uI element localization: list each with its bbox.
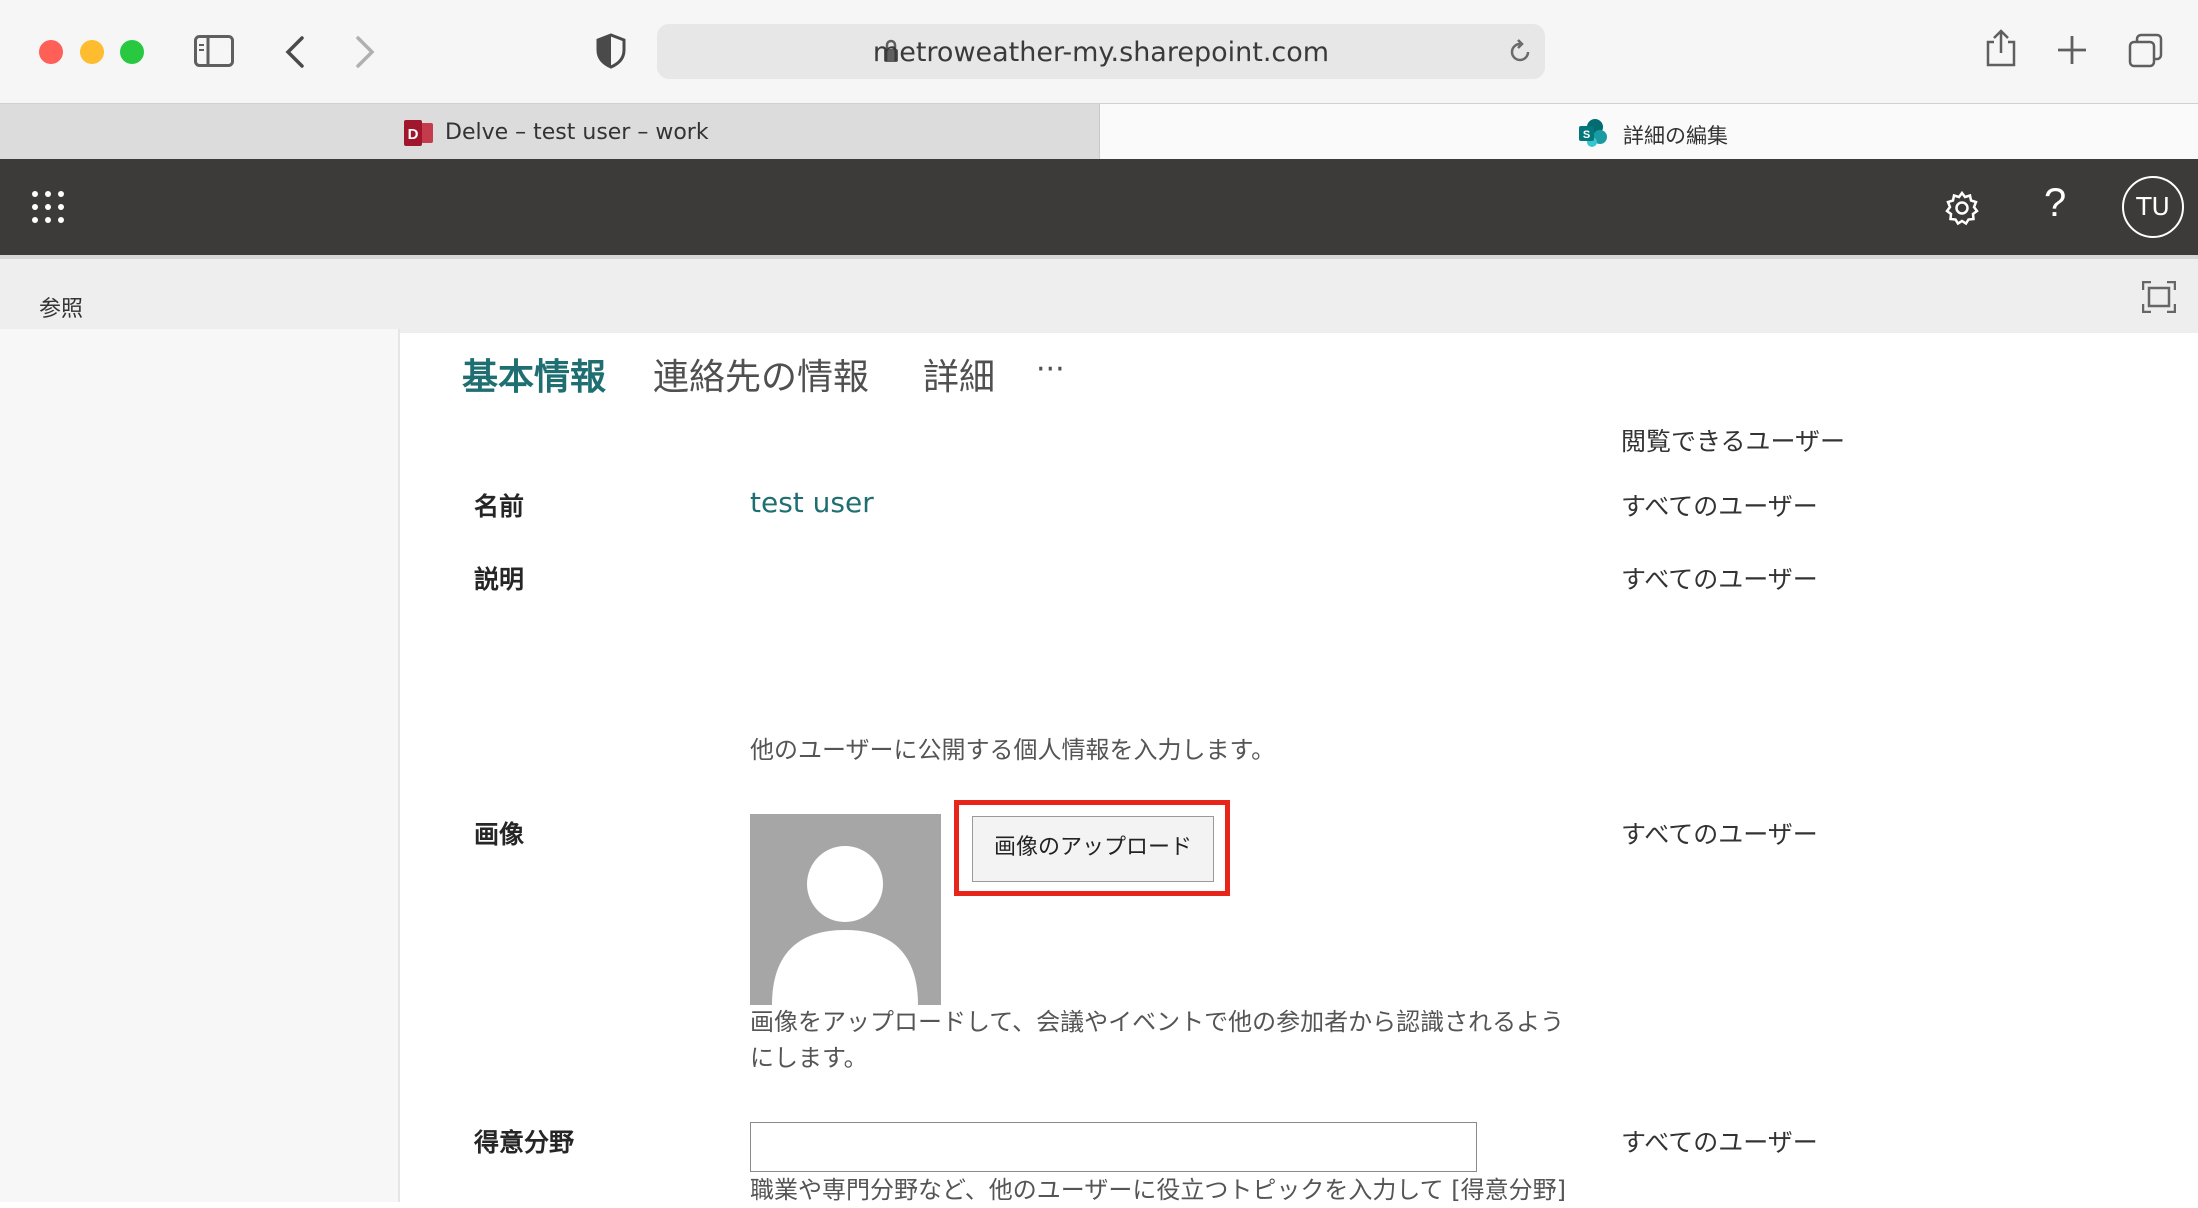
content-divider xyxy=(398,329,400,1202)
person-silhouette-icon xyxy=(772,846,918,1005)
picture-label: 画像 xyxy=(474,820,525,849)
expertise-label: 得意分野 xyxy=(474,1128,575,1157)
ribbon-tab-browse[interactable]: 参照 xyxy=(39,291,83,323)
tab-overview-icon[interactable] xyxy=(2128,33,2164,69)
tab-delve[interactable]: D Delve – test user – work xyxy=(0,104,1100,160)
profile-placeholder-image xyxy=(750,814,941,1005)
tab-label: Delve – test user – work xyxy=(445,120,709,145)
tab-label: 詳細の編集 xyxy=(1623,124,1728,148)
svg-text:S: S xyxy=(1583,129,1590,141)
tab-details[interactable]: 詳細 xyxy=(923,348,995,400)
name-visibility: すべてのユーザー xyxy=(1621,492,1818,521)
delve-icon: D xyxy=(404,120,433,146)
tab-edit-details[interactable]: S 詳細の編集 xyxy=(1100,104,2198,160)
ribbon: 参照 xyxy=(0,255,2198,333)
browser-toolbar: metroweather-my.sharepoint.com xyxy=(0,0,2198,103)
focus-mode-icon[interactable] xyxy=(2142,281,2176,313)
tab-contact-info[interactable]: 連絡先の情報 xyxy=(653,348,869,400)
suite-header: ? xyxy=(0,159,2198,255)
visibility-column-header: 閲覧できるユーザー xyxy=(1621,427,1846,456)
close-window-button[interactable] xyxy=(39,40,63,64)
expertise-visibility: すべてのユーザー xyxy=(1621,1128,1818,1157)
sharepoint-icon: S xyxy=(1579,119,1607,147)
description-label: 説明 xyxy=(474,565,525,594)
settings-gear-icon[interactable] xyxy=(1944,190,1980,226)
description-visibility: すべてのユーザー xyxy=(1621,565,1818,594)
svg-text:D: D xyxy=(408,126,419,143)
help-icon[interactable]: ? xyxy=(2044,181,2066,226)
tab-bar: D Delve – test user – work S 詳細の編集 xyxy=(0,103,2198,161)
back-icon[interactable] xyxy=(284,35,306,69)
maximize-window-button[interactable] xyxy=(120,40,144,64)
minimize-window-button[interactable] xyxy=(80,40,104,64)
privacy-shield-icon[interactable] xyxy=(596,33,626,69)
reload-icon[interactable] xyxy=(1507,39,1533,65)
left-navigation xyxy=(0,329,398,1202)
expertise-help-text: 職業や専門分野など、他のユーザーに役立つトピックを入力して [得意分野] xyxy=(750,1176,1566,1204)
url-text: metroweather-my.sharepoint.com xyxy=(872,37,1330,68)
name-label: 名前 xyxy=(474,492,525,521)
upload-picture-button[interactable]: 画像のアップロード xyxy=(972,816,1214,882)
tab-basic-info[interactable]: 基本情報 xyxy=(462,348,606,400)
app-launcher-icon[interactable] xyxy=(31,190,65,224)
address-bar[interactable]: metroweather-my.sharepoint.com xyxy=(657,24,1545,79)
avatar[interactable]: TU xyxy=(2122,176,2184,238)
expertise-input[interactable] xyxy=(750,1122,1477,1172)
share-icon[interactable] xyxy=(1984,28,2018,68)
picture-help-line2: にします。 xyxy=(750,1044,868,1072)
name-value: test user xyxy=(750,486,874,519)
sidebar-icon[interactable] xyxy=(194,35,234,67)
forward-icon[interactable] xyxy=(354,35,376,69)
new-tab-icon[interactable] xyxy=(2056,34,2088,66)
description-help-text: 他のユーザーに公開する個人情報を入力します。 xyxy=(750,736,1276,764)
picture-help-line1: 画像をアップロードして、会議やイベントで他の参加者から認識されるよう xyxy=(750,1008,1565,1036)
picture-visibility: すべてのユーザー xyxy=(1621,820,1818,849)
more-tabs-ellipsis[interactable]: ··· xyxy=(1036,352,1065,387)
